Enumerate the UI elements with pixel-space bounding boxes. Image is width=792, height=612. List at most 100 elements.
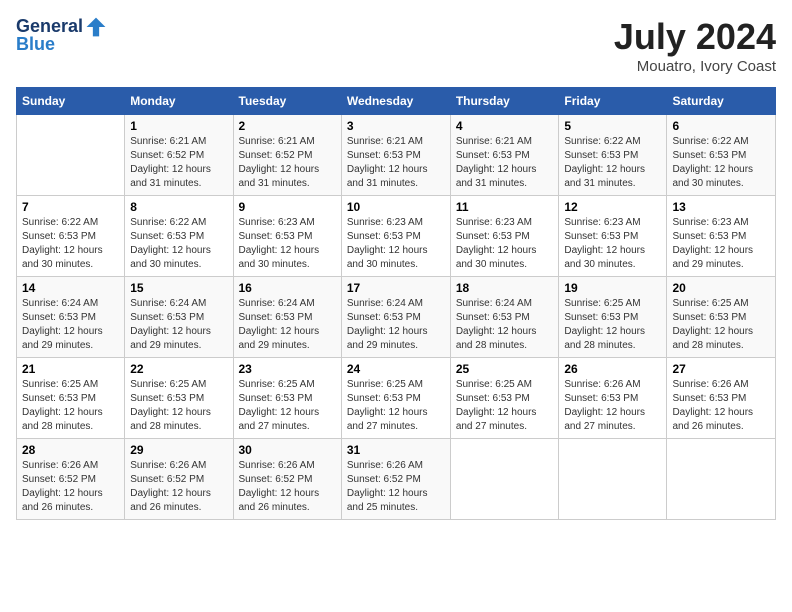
- calendar-cell: 24Sunrise: 6:25 AMSunset: 6:53 PMDayligh…: [341, 358, 450, 439]
- day-info: Sunrise: 6:26 AMSunset: 6:53 PMDaylight:…: [564, 378, 661, 434]
- header-tuesday: Tuesday: [233, 88, 341, 115]
- day-info: Sunrise: 6:25 AMSunset: 6:53 PMDaylight:…: [564, 297, 661, 353]
- day-info: Sunrise: 6:21 AMSunset: 6:52 PMDaylight:…: [239, 135, 336, 191]
- day-info: Sunrise: 6:24 AMSunset: 6:53 PMDaylight:…: [239, 297, 336, 353]
- day-info: Sunrise: 6:25 AMSunset: 6:53 PMDaylight:…: [239, 378, 336, 434]
- calendar-cell: 6 Sunrise: 6:22 AMSunset: 6:53 PMDaylight…: [667, 115, 776, 196]
- day-info: Sunrise: 6:24 AMSunset: 6:53 PMDaylight:…: [22, 297, 119, 353]
- calendar-cell: [559, 439, 667, 520]
- calendar-cell: 5 Sunrise: 6:22 AMSunset: 6:53 PMDaylight…: [559, 115, 667, 196]
- calendar-cell: 20Sunrise: 6:25 AMSunset: 6:53 PMDayligh…: [667, 277, 776, 358]
- location-subtitle: Mouatro, Ivory Coast: [614, 58, 776, 75]
- day-number: 31: [347, 443, 445, 457]
- calendar-cell: 4 Sunrise: 6:21 AMSunset: 6:53 PMDaylight…: [450, 115, 559, 196]
- page-header: General Blue July 2024 Mouatro, Ivory Co…: [16, 16, 776, 75]
- day-number: 8: [130, 200, 227, 214]
- day-info: Sunrise: 6:25 AMSunset: 6:53 PMDaylight:…: [130, 378, 227, 434]
- day-info: Sunrise: 6:21 AMSunset: 6:53 PMDaylight:…: [347, 135, 445, 191]
- calendar-cell: 26 Sunrise: 6:26 AMSunset: 6:53 PMDayligh…: [559, 358, 667, 439]
- calendar-week-row: 1 Sunrise: 6:21 AMSunset: 6:52 PMDaylight…: [17, 115, 776, 196]
- day-number: 7: [22, 200, 119, 214]
- calendar-week-row: 21 Sunrise: 6:25 AMSunset: 6:53 PMDayligh…: [17, 358, 776, 439]
- day-info: Sunrise: 6:25 AMSunset: 6:53 PMDaylight:…: [456, 378, 554, 434]
- day-number: 1: [130, 119, 227, 133]
- day-info: Sunrise: 6:23 AMSunset: 6:53 PMDaylight:…: [456, 216, 554, 272]
- calendar-cell: 15 Sunrise: 6:24 AMSunset: 6:53 PMDayligh…: [125, 277, 233, 358]
- calendar-cell: 11 Sunrise: 6:23 AMSunset: 6:53 PMDayligh…: [450, 196, 559, 277]
- calendar-cell: 18 Sunrise: 6:24 AMSunset: 6:53 PMDayligh…: [450, 277, 559, 358]
- day-number: 29: [130, 443, 227, 457]
- day-number: 3: [347, 119, 445, 133]
- day-number: 6: [672, 119, 770, 133]
- calendar-cell: [667, 439, 776, 520]
- day-number: 4: [456, 119, 554, 133]
- day-number: 19: [564, 281, 661, 295]
- day-info: Sunrise: 6:24 AMSunset: 6:53 PMDaylight:…: [456, 297, 554, 353]
- header-wednesday: Wednesday: [341, 88, 450, 115]
- calendar-cell: [17, 115, 125, 196]
- day-number: 28: [22, 443, 119, 457]
- day-info: Sunrise: 6:26 AMSunset: 6:52 PMDaylight:…: [130, 459, 227, 515]
- day-info: Sunrise: 6:22 AMSunset: 6:53 PMDaylight:…: [564, 135, 661, 191]
- calendar-table: SundayMondayTuesdayWednesdayThursdayFrid…: [16, 87, 776, 520]
- header-monday: Monday: [125, 88, 233, 115]
- day-info: Sunrise: 6:21 AMSunset: 6:52 PMDaylight:…: [130, 135, 227, 191]
- day-number: 26: [564, 362, 661, 376]
- day-number: 12: [564, 200, 661, 214]
- title-block: July 2024 Mouatro, Ivory Coast: [614, 16, 776, 75]
- day-info: Sunrise: 6:26 AMSunset: 6:52 PMDaylight:…: [22, 459, 119, 515]
- day-number: 13: [672, 200, 770, 214]
- day-number: 24: [347, 362, 445, 376]
- month-year-title: July 2024: [614, 16, 776, 58]
- day-info: Sunrise: 6:23 AMSunset: 6:53 PMDaylight:…: [672, 216, 770, 272]
- day-number: 23: [239, 362, 336, 376]
- header-saturday: Saturday: [667, 88, 776, 115]
- day-info: Sunrise: 6:26 AMSunset: 6:53 PMDaylight:…: [672, 378, 770, 434]
- logo-icon: [85, 16, 107, 38]
- day-number: 9: [239, 200, 336, 214]
- day-number: 2: [239, 119, 336, 133]
- header-thursday: Thursday: [450, 88, 559, 115]
- day-info: Sunrise: 6:26 AMSunset: 6:52 PMDaylight:…: [239, 459, 336, 515]
- day-number: 14: [22, 281, 119, 295]
- day-number: 15: [130, 281, 227, 295]
- calendar-cell: 12 Sunrise: 6:23 AMSunset: 6:53 PMDayligh…: [559, 196, 667, 277]
- calendar-cell: 2 Sunrise: 6:21 AMSunset: 6:52 PMDaylight…: [233, 115, 341, 196]
- logo: General Blue: [16, 16, 107, 55]
- day-info: Sunrise: 6:22 AMSunset: 6:53 PMDaylight:…: [672, 135, 770, 191]
- calendar-cell: 31 Sunrise: 6:26 AMSunset: 6:52 PMDayligh…: [341, 439, 450, 520]
- day-number: 25: [456, 362, 554, 376]
- day-number: 5: [564, 119, 661, 133]
- day-number: 11: [456, 200, 554, 214]
- calendar-cell: 13 Sunrise: 6:23 AMSunset: 6:53 PMDayligh…: [667, 196, 776, 277]
- calendar-cell: 17Sunrise: 6:24 AMSunset: 6:53 PMDayligh…: [341, 277, 450, 358]
- calendar-cell: 29 Sunrise: 6:26 AMSunset: 6:52 PMDayligh…: [125, 439, 233, 520]
- calendar-cell: 30 Sunrise: 6:26 AMSunset: 6:52 PMDayligh…: [233, 439, 341, 520]
- day-info: Sunrise: 6:22 AMSunset: 6:53 PMDaylight:…: [22, 216, 119, 272]
- day-info: Sunrise: 6:24 AMSunset: 6:53 PMDaylight:…: [347, 297, 445, 353]
- day-number: 20: [672, 281, 770, 295]
- day-number: 10: [347, 200, 445, 214]
- day-number: 21: [22, 362, 119, 376]
- header-sunday: Sunday: [17, 88, 125, 115]
- day-info: Sunrise: 6:26 AMSunset: 6:52 PMDaylight:…: [347, 459, 445, 515]
- day-info: Sunrise: 6:21 AMSunset: 6:53 PMDaylight:…: [456, 135, 554, 191]
- day-number: 18: [456, 281, 554, 295]
- calendar-cell: 22 Sunrise: 6:25 AMSunset: 6:53 PMDayligh…: [125, 358, 233, 439]
- calendar-header-row: SundayMondayTuesdayWednesdayThursdayFrid…: [17, 88, 776, 115]
- day-info: Sunrise: 6:23 AMSunset: 6:53 PMDaylight:…: [239, 216, 336, 272]
- calendar-cell: 3 Sunrise: 6:21 AMSunset: 6:53 PMDaylight…: [341, 115, 450, 196]
- day-info: Sunrise: 6:24 AMSunset: 6:53 PMDaylight:…: [130, 297, 227, 353]
- day-info: Sunrise: 6:23 AMSunset: 6:53 PMDaylight:…: [347, 216, 445, 272]
- calendar-cell: 14 Sunrise: 6:24 AMSunset: 6:53 PMDayligh…: [17, 277, 125, 358]
- calendar-cell: 10 Sunrise: 6:23 AMSunset: 6:53 PMDayligh…: [341, 196, 450, 277]
- day-number: 16: [239, 281, 336, 295]
- calendar-cell: 21Sunrise: 6:25 AMSunset: 6:53 PMDayligh…: [17, 358, 125, 439]
- day-number: 22: [130, 362, 227, 376]
- calendar-week-row: 14 Sunrise: 6:24 AMSunset: 6:53 PMDayligh…: [17, 277, 776, 358]
- header-friday: Friday: [559, 88, 667, 115]
- day-info: Sunrise: 6:23 AMSunset: 6:53 PMDaylight:…: [564, 216, 661, 272]
- calendar-cell: 19 Sunrise: 6:25 AMSunset: 6:53 PMDayligh…: [559, 277, 667, 358]
- calendar-cell: 7 Sunrise: 6:22 AMSunset: 6:53 PMDaylight…: [17, 196, 125, 277]
- day-number: 30: [239, 443, 336, 457]
